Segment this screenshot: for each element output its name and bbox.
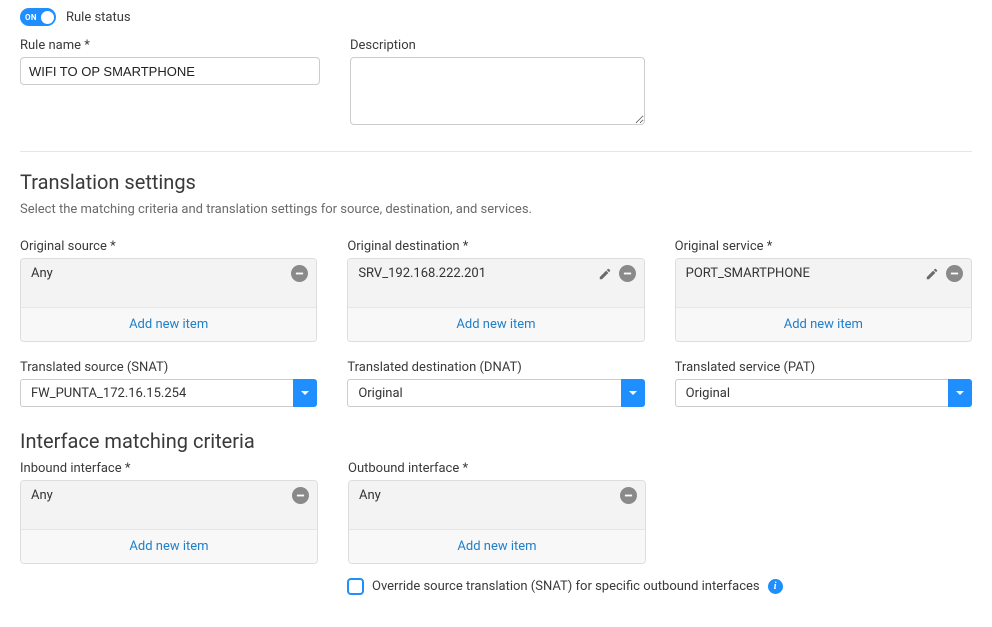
list-item: Any <box>21 259 316 288</box>
description-label: Description <box>350 38 645 53</box>
original-source-label: Original source * <box>20 239 317 254</box>
translated-destination-select[interactable]: Original <box>347 379 644 407</box>
edit-icon[interactable] <box>925 266 940 281</box>
rule-name-label: Rule name * <box>20 38 320 53</box>
add-new-label: Add new item <box>456 317 535 332</box>
add-new-label: Add new item <box>457 539 536 554</box>
override-snat-label: Override source translation (SNAT) for s… <box>372 579 760 594</box>
translated-service-select[interactable]: Original <box>675 379 972 407</box>
remove-icon[interactable] <box>291 265 308 282</box>
chevron-down-icon[interactable] <box>948 379 972 407</box>
outbound-interface-label: Outbound interface * <box>348 461 646 476</box>
original-source-box: Any Add new item <box>20 258 317 342</box>
add-new-label: Add new item <box>129 539 208 554</box>
list-item: SRV_192.168.222.201 <box>348 259 643 288</box>
add-new-label: Add new item <box>784 317 863 332</box>
translation-settings-subtitle: Select the matching criteria and transla… <box>20 202 972 217</box>
list-item: Any <box>21 481 317 510</box>
info-icon[interactable]: i <box>768 579 783 594</box>
description-textarea[interactable] <box>350 57 645 125</box>
item-text: Any <box>31 266 291 281</box>
original-destination-box: SRV_192.168.222.201 Add new item <box>347 258 644 342</box>
translated-source-label: Translated source (SNAT) <box>20 360 317 375</box>
item-text: PORT_SMARTPHONE <box>686 266 925 281</box>
add-new-item-button[interactable]: Add new item <box>348 307 643 341</box>
add-new-item-button[interactable]: Add new item <box>21 529 317 563</box>
add-new-item-button[interactable]: Add new item <box>21 307 316 341</box>
original-destination-label: Original destination * <box>347 239 644 254</box>
rule-status-label: Rule status <box>66 10 131 25</box>
translated-service-label: Translated service (PAT) <box>675 360 972 375</box>
outbound-interface-box: Any Add new item <box>348 480 646 564</box>
item-text: SRV_192.168.222.201 <box>358 266 597 281</box>
chevron-down-icon[interactable] <box>293 379 317 407</box>
translated-destination-label: Translated destination (DNAT) <box>347 360 644 375</box>
original-service-box: PORT_SMARTPHONE Add new item <box>675 258 972 342</box>
rule-status-toggle[interactable]: ON <box>20 8 56 26</box>
item-text: Any <box>359 488 620 503</box>
add-new-item-button[interactable]: Add new item <box>676 307 971 341</box>
select-value: FW_PUNTA_172.16.15.254 <box>20 379 293 407</box>
translated-source-select[interactable]: FW_PUNTA_172.16.15.254 <box>20 379 317 407</box>
inbound-interface-label: Inbound interface * <box>20 461 318 476</box>
select-value: Original <box>675 379 948 407</box>
edit-icon[interactable] <box>598 266 613 281</box>
remove-icon[interactable] <box>946 265 963 282</box>
add-new-label: Add new item <box>129 317 208 332</box>
interface-matching-title: Interface matching criteria <box>20 429 972 453</box>
toggle-on-text: ON <box>25 13 37 22</box>
select-value: Original <box>347 379 620 407</box>
divider <box>20 151 972 152</box>
item-text: Any <box>31 488 292 503</box>
override-snat-checkbox[interactable] <box>347 578 364 595</box>
remove-icon[interactable] <box>619 265 636 282</box>
list-item: Any <box>349 481 645 510</box>
original-service-label: Original service * <box>675 239 972 254</box>
remove-icon[interactable] <box>292 487 309 504</box>
remove-icon[interactable] <box>620 487 637 504</box>
chevron-down-icon[interactable] <box>621 379 645 407</box>
inbound-interface-box: Any Add new item <box>20 480 318 564</box>
toggle-knob <box>41 11 54 24</box>
add-new-item-button[interactable]: Add new item <box>349 529 645 563</box>
translation-settings-title: Translation settings <box>20 170 972 194</box>
list-item: PORT_SMARTPHONE <box>676 259 971 288</box>
rule-name-input[interactable] <box>20 57 320 85</box>
